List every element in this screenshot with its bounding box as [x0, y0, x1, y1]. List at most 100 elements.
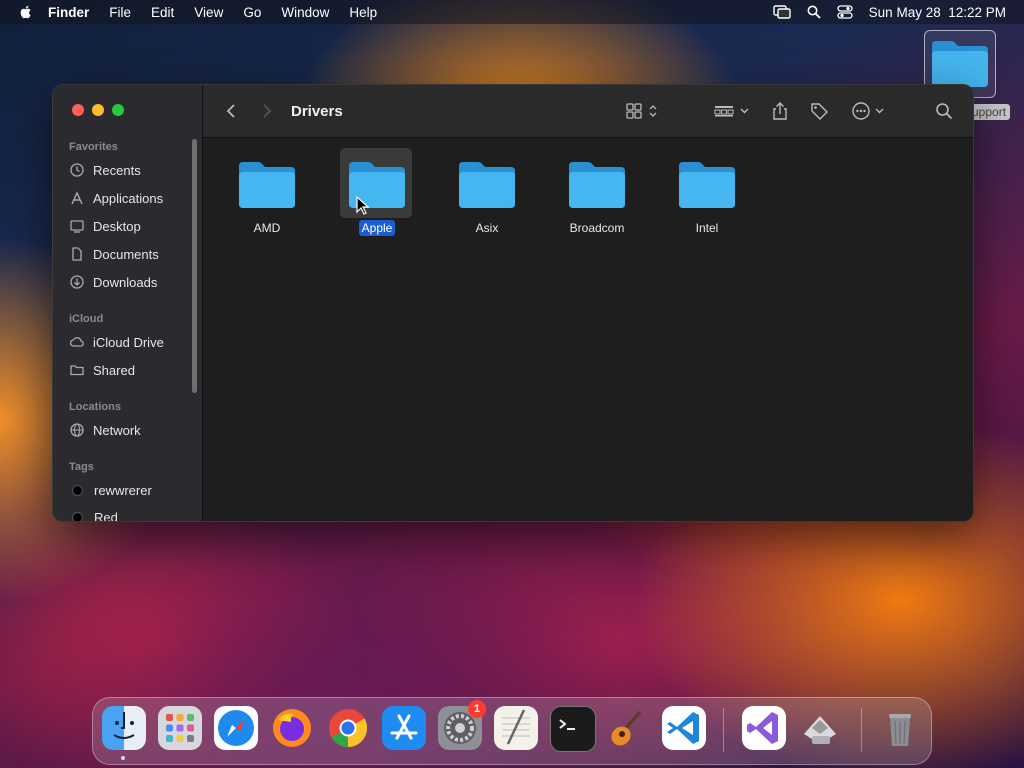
- menu-file[interactable]: File: [109, 5, 131, 20]
- minimize-button[interactable]: [92, 104, 104, 116]
- more-options-icon: [852, 102, 884, 120]
- menu-app-name[interactable]: Finder: [48, 5, 89, 20]
- dock-chrome[interactable]: [326, 706, 370, 750]
- folder-item-asix[interactable]: Asix: [450, 148, 524, 238]
- folder-item-amd[interactable]: AMD: [230, 148, 304, 238]
- sidebar-item-label: Recents: [93, 162, 141, 178]
- folder-icon: [932, 41, 988, 87]
- sidebar-item-label: Downloads: [93, 274, 158, 290]
- sidebar: Favorites Recents Applications Desktop D…: [53, 85, 203, 521]
- menu-help[interactable]: Help: [349, 5, 377, 20]
- menu-window[interactable]: Window: [281, 5, 329, 20]
- zoom-button[interactable]: [112, 104, 124, 116]
- safari-icon: [218, 710, 254, 746]
- control-center-icon[interactable]: [837, 5, 853, 19]
- launchpad-icon: [166, 714, 194, 742]
- sidebar-tag-red[interactable]: Red: [69, 506, 194, 522]
- boot-camp-icon: [804, 716, 836, 744]
- sidebar-item-recents[interactable]: Recents: [69, 159, 194, 181]
- dock-textedit[interactable]: [494, 706, 538, 750]
- sidebar-item-network[interactable]: Network: [69, 419, 194, 441]
- view-mode-button[interactable]: [625, 85, 661, 137]
- dock-finder[interactable]: [102, 706, 146, 750]
- folder-icon: [239, 162, 295, 208]
- back-button[interactable]: [225, 85, 237, 137]
- folder-item-intel[interactable]: Intel: [670, 148, 744, 238]
- guitar-icon: [611, 711, 642, 746]
- folder-icon: [459, 162, 515, 208]
- sidebar-item-applications[interactable]: Applications: [69, 187, 194, 209]
- search-button[interactable]: [935, 85, 953, 137]
- dock-visual-studio[interactable]: [742, 706, 786, 750]
- terminal-icon: [559, 719, 575, 730]
- sidebar-tag-rewwrerer[interactable]: rewwrerer: [69, 479, 194, 501]
- dock-boot-camp[interactable]: [798, 706, 842, 750]
- file-browser: AMD Apple Asix Broadcom Intel: [203, 138, 973, 521]
- dock-terminal[interactable]: [550, 706, 596, 752]
- visual-studio-icon: [747, 712, 778, 744]
- chevron-right-icon: [263, 104, 272, 118]
- sidebar-item-downloads[interactable]: Downloads: [69, 271, 194, 293]
- desktop-folder-label: upport: [968, 104, 1011, 120]
- vscode-icon: [667, 712, 699, 744]
- dock-firefox[interactable]: [270, 706, 314, 750]
- group-grid-icon: [714, 106, 749, 117]
- screen-mirroring-icon[interactable]: [772, 5, 791, 19]
- action-menu-button[interactable]: [851, 85, 887, 137]
- dock-app-store[interactable]: [382, 706, 426, 750]
- share-button[interactable]: [771, 85, 789, 137]
- applications-icon: [71, 191, 83, 205]
- sidebar-item-documents[interactable]: Documents: [69, 243, 194, 265]
- dock-vscode[interactable]: [662, 706, 706, 750]
- download-icon: [70, 275, 84, 289]
- dock-launchpad[interactable]: [158, 706, 202, 750]
- desktop-icon: [70, 220, 84, 233]
- dock-garageband[interactable]: [606, 706, 650, 750]
- group-by-button[interactable]: [713, 85, 751, 137]
- sidebar-scrollbar[interactable]: [192, 139, 197, 393]
- sidebar-item-icloud-drive[interactable]: iCloud Drive: [69, 331, 194, 353]
- folder-item-broadcom[interactable]: Broadcom: [560, 148, 634, 238]
- sidebar-section-tags: Tags: [69, 461, 94, 473]
- spotlight-search-icon[interactable]: [807, 5, 821, 19]
- dock-trash[interactable]: [878, 706, 922, 750]
- menu-view[interactable]: View: [194, 5, 223, 20]
- sidebar-section-icloud: iCloud: [69, 313, 104, 325]
- apple-menu-icon[interactable]: [18, 4, 34, 20]
- finder-window: Favorites Recents Applications Desktop D…: [52, 84, 974, 522]
- tags-button[interactable]: [809, 85, 829, 137]
- menu-edit[interactable]: Edit: [151, 5, 174, 20]
- sidebar-item-desktop[interactable]: Desktop: [69, 215, 194, 237]
- shared-folder-icon: [70, 365, 84, 376]
- notification-badge: 1: [468, 700, 486, 718]
- sidebar-item-label: Network: [93, 422, 141, 438]
- folder-name: Apple: [358, 220, 396, 236]
- folder-item-apple[interactable]: Apple: [340, 148, 414, 238]
- chrome-icon: [329, 709, 368, 748]
- dock-system-settings[interactable]: 1: [438, 700, 486, 750]
- forward-button[interactable]: [261, 85, 273, 137]
- trash-icon: [889, 714, 911, 746]
- tag-color-dot: [72, 484, 83, 496]
- menu-go[interactable]: Go: [243, 5, 261, 20]
- window-title: Drivers: [291, 102, 343, 120]
- folder-icon: [679, 162, 735, 208]
- dock: 1: [92, 697, 932, 765]
- folder-name: Asix: [475, 221, 499, 235]
- tag-color-dot: [72, 511, 83, 521]
- clock-icon: [70, 163, 84, 177]
- menubar-clock[interactable]: Sun May 28 12:22 PM: [869, 5, 1006, 20]
- sidebar-item-label: Red: [94, 509, 118, 522]
- sidebar-item-shared[interactable]: Shared: [69, 359, 194, 381]
- document-icon: [72, 247, 82, 261]
- firefox-icon: [273, 709, 311, 747]
- folder-name: AMD: [253, 221, 281, 235]
- folder-name: Intel: [695, 221, 719, 235]
- dock-safari[interactable]: [214, 706, 258, 750]
- close-button[interactable]: [72, 104, 84, 116]
- sidebar-item-label: Desktop: [93, 218, 141, 234]
- mouse-cursor-icon: [356, 196, 370, 215]
- finder-running-indicator: [121, 756, 125, 760]
- cloud-icon: [69, 337, 84, 347]
- sidebar-item-label: Documents: [93, 246, 159, 262]
